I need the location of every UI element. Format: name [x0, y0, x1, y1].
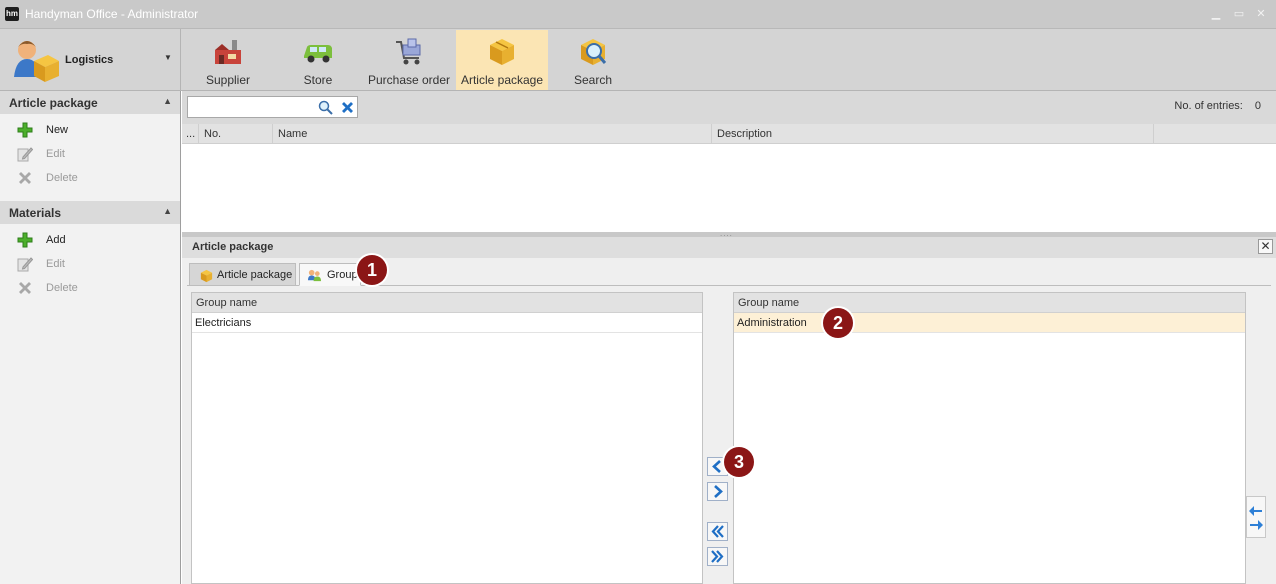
- edit-icon: [17, 257, 33, 272]
- search-toolbar: No. of entries: 0: [182, 91, 1276, 124]
- move-all-left-button[interactable]: [707, 522, 728, 541]
- supplier-icon: [215, 40, 241, 64]
- entries-value: 0: [1254, 100, 1261, 112]
- chevron-up-icon[interactable]: ▲: [163, 206, 172, 216]
- double-chevron-left-icon: [711, 525, 724, 538]
- chevron-left-icon: [712, 460, 721, 473]
- ribbon: Logistics ▼ Supplier Store Purchase orde…: [0, 29, 1276, 91]
- ribbon-button-search[interactable]: Search: [562, 30, 624, 90]
- sidebar-item-label: Add: [46, 234, 66, 246]
- delete-icon: [19, 282, 31, 294]
- ribbon-label: Purchase order: [367, 73, 451, 87]
- column-header-name[interactable]: Name: [273, 124, 712, 144]
- move-all-right-button[interactable]: [707, 547, 728, 566]
- sidebar-item-label: New: [46, 124, 69, 136]
- search-icon[interactable]: [318, 100, 333, 115]
- sidebar-item-label: Delete: [46, 172, 78, 184]
- chevron-down-icon[interactable]: ▼: [164, 53, 172, 62]
- sidebar-item-edit[interactable]: Edit: [0, 252, 180, 276]
- ribbon-button-purchase-order[interactable]: Purchase order: [366, 30, 452, 90]
- column-header-description[interactable]: Description: [712, 124, 1154, 144]
- chevron-right-icon: [714, 485, 723, 498]
- close-icon[interactable]: ✕: [1255, 8, 1267, 20]
- tab-label: Article package: [217, 269, 293, 281]
- column-header-no[interactable]: No.: [199, 124, 273, 144]
- sidebar-item-delete[interactable]: Delete: [0, 276, 180, 300]
- minimize-icon[interactable]: ▁: [1210, 8, 1222, 20]
- move-right-button[interactable]: [707, 482, 728, 501]
- tab-article-package[interactable]: Article package: [189, 263, 296, 286]
- article-package-icon: [490, 39, 514, 65]
- double-chevron-right-icon: [711, 550, 724, 563]
- ribbon-label: Search: [573, 73, 613, 87]
- callout-badge: 1: [357, 255, 387, 285]
- grid-body[interactable]: [182, 144, 1276, 232]
- detail-header: Article package ✕: [182, 237, 1276, 258]
- sidebar: Article package ▲ New Edit Delete Materi…: [0, 91, 181, 584]
- callout-badge: 3: [724, 447, 754, 477]
- grid-header: ... No. Name Description: [182, 124, 1276, 144]
- column-header-group-name[interactable]: Group name: [734, 293, 1245, 313]
- detail-title: Article package: [192, 241, 274, 253]
- edit-icon: [17, 147, 33, 162]
- ribbon-button-supplier[interactable]: Supplier: [196, 30, 260, 90]
- tab-groups[interactable]: Groups: [299, 263, 363, 286]
- clear-icon[interactable]: [340, 100, 355, 115]
- sidebar-item-delete[interactable]: Delete: [0, 166, 180, 190]
- plus-icon: [17, 122, 33, 138]
- maximize-icon[interactable]: ▭: [1233, 8, 1245, 20]
- ribbon-label: Supplier: [205, 73, 251, 87]
- ribbon-label: Article package: [460, 73, 544, 87]
- list-item[interactable]: Administration: [734, 313, 1245, 333]
- logistics-icon: [14, 41, 59, 82]
- section-title: Materials: [9, 206, 62, 220]
- ribbon-button-store[interactable]: Store: [286, 30, 350, 90]
- list-item[interactable]: Electricians: [192, 313, 702, 333]
- sidebar-item-label: Edit: [46, 148, 65, 160]
- sidebar-section-article-package[interactable]: Article package ▲: [0, 91, 180, 114]
- ribbon-label: Store: [303, 73, 333, 87]
- app-logo: hm: [5, 7, 19, 21]
- close-icon[interactable]: ✕: [1258, 239, 1273, 254]
- purchase-order-icon: [396, 38, 421, 65]
- sidebar-item-new[interactable]: New: [0, 118, 180, 142]
- section-title: Article package: [9, 96, 98, 110]
- article-package-icon: [200, 269, 213, 283]
- column-header-menu[interactable]: ...: [182, 124, 199, 144]
- swap-arrows-icon: [1249, 506, 1263, 530]
- available-groups-list[interactable]: Group name Electricians: [191, 292, 703, 584]
- delete-icon: [19, 172, 31, 184]
- search-icon: [581, 39, 607, 65]
- swap-panel-button[interactable]: [1246, 496, 1266, 538]
- entries-label: No. of entries:: [1174, 100, 1243, 112]
- title-bar: hm Handyman Office - Administrator ▁ ▭ ✕: [0, 0, 1276, 29]
- module-label: Logistics: [65, 54, 114, 66]
- sidebar-section-materials[interactable]: Materials ▲: [0, 201, 180, 224]
- plus-icon: [17, 232, 33, 248]
- callout-badge: 2: [823, 308, 853, 338]
- window-title: Handyman Office - Administrator: [25, 7, 199, 21]
- module-selector[interactable]: Logistics ▼: [0, 29, 181, 91]
- chevron-up-icon[interactable]: ▲: [163, 96, 172, 106]
- sidebar-item-edit[interactable]: Edit: [0, 142, 180, 166]
- assigned-groups-list[interactable]: Group name Administration: [733, 292, 1246, 584]
- sidebar-item-label: Delete: [46, 282, 78, 294]
- ribbon-button-article-package[interactable]: Article package: [456, 30, 548, 90]
- store-icon: [304, 45, 332, 63]
- sidebar-item-add[interactable]: Add: [0, 228, 180, 252]
- column-header-group-name[interactable]: Group name: [192, 293, 702, 313]
- entry-count: No. of entries: 0: [1174, 100, 1261, 112]
- groups-icon: [307, 269, 322, 282]
- sidebar-item-label: Edit: [46, 258, 65, 270]
- search-input[interactable]: [187, 96, 358, 118]
